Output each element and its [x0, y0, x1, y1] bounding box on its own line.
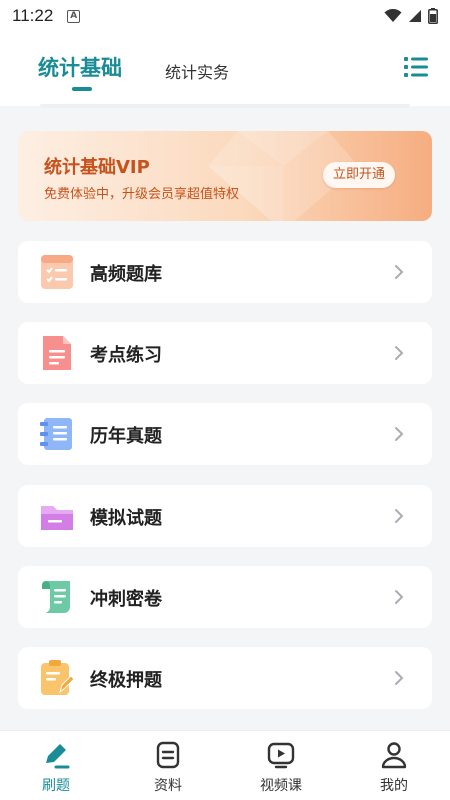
tab-active-indicator	[72, 87, 92, 91]
scroll-icon	[42, 581, 70, 613]
book-icon	[40, 418, 72, 450]
pen-icon	[46, 744, 70, 769]
chevron-right-icon	[395, 346, 404, 360]
status-time: 11:22	[12, 6, 54, 25]
nav-label: 资料	[154, 778, 182, 794]
menu-item-high-frequency[interactable]: 高频题库	[18, 241, 432, 303]
menu-item-final-predictions[interactable]: 终极押题	[18, 647, 432, 709]
user-icon	[381, 742, 407, 769]
nav-label: 我的	[380, 778, 408, 794]
menu-item-label: 考点练习	[90, 345, 162, 366]
menu-item-label: 模拟试题	[90, 508, 162, 529]
status-indicators	[384, 8, 438, 24]
menu-item-past-exams[interactable]: 历年真题	[18, 403, 432, 465]
nav-label: 视频课	[260, 778, 302, 794]
tab-statistics-basics[interactable]: 统计基础	[38, 52, 122, 82]
nav-tab-mine[interactable]: 我的	[338, 731, 450, 800]
vip-activate-button[interactable]: 立即开通	[323, 162, 395, 188]
chevron-right-icon	[395, 427, 404, 441]
clipboard-edit-icon	[41, 660, 74, 695]
notes-icon	[156, 741, 180, 769]
menu-item-label: 冲刺密卷	[90, 589, 162, 610]
checklist-icon	[41, 255, 73, 289]
menu-item-label: 终极押题	[90, 670, 162, 691]
vip-subtitle: 免费体验中，升级会员享超值特权	[44, 187, 240, 202]
document-icon	[43, 336, 71, 370]
wifi-icon	[384, 9, 402, 22]
menu-item-sprint-papers[interactable]: 冲刺密卷	[18, 566, 432, 628]
menu-item-label: 高频题库	[90, 264, 162, 285]
nav-label: 刷题	[42, 778, 70, 794]
notification-icon: A	[67, 9, 81, 23]
chevron-right-icon	[395, 265, 404, 279]
chevron-right-icon	[395, 509, 404, 523]
folder-icon	[41, 506, 73, 530]
tab-statistics-practice[interactable]: 统计实务	[165, 59, 229, 83]
video-icon	[267, 742, 295, 769]
menu-item-topic-practice[interactable]: 考点练习	[18, 322, 432, 384]
list-menu-icon[interactable]	[404, 56, 428, 78]
battery-icon	[428, 8, 438, 24]
status-bar: 11:22 A	[0, 0, 450, 32]
bottom-navigation: 刷题 资料 视频课 我的	[0, 730, 450, 800]
nav-tab-video-courses[interactable]: 视频课	[225, 731, 337, 800]
vip-banner[interactable]: 统计基础VIP 免费体验中，升级会员享超值特权 立即开通	[18, 131, 432, 221]
header-divider	[40, 104, 410, 108]
vip-title: 统计基础VIP	[44, 157, 150, 178]
top-header: 统计基础 统计实务	[0, 32, 450, 106]
nav-tab-materials[interactable]: 资料	[112, 731, 224, 800]
chevron-right-icon	[395, 590, 404, 604]
signal-icon	[409, 10, 421, 22]
nav-tab-practice[interactable]: 刷题	[0, 731, 112, 800]
menu-item-label: 历年真题	[90, 426, 162, 447]
menu-item-mock-tests[interactable]: 模拟试题	[18, 485, 432, 547]
chevron-right-icon	[395, 671, 404, 685]
